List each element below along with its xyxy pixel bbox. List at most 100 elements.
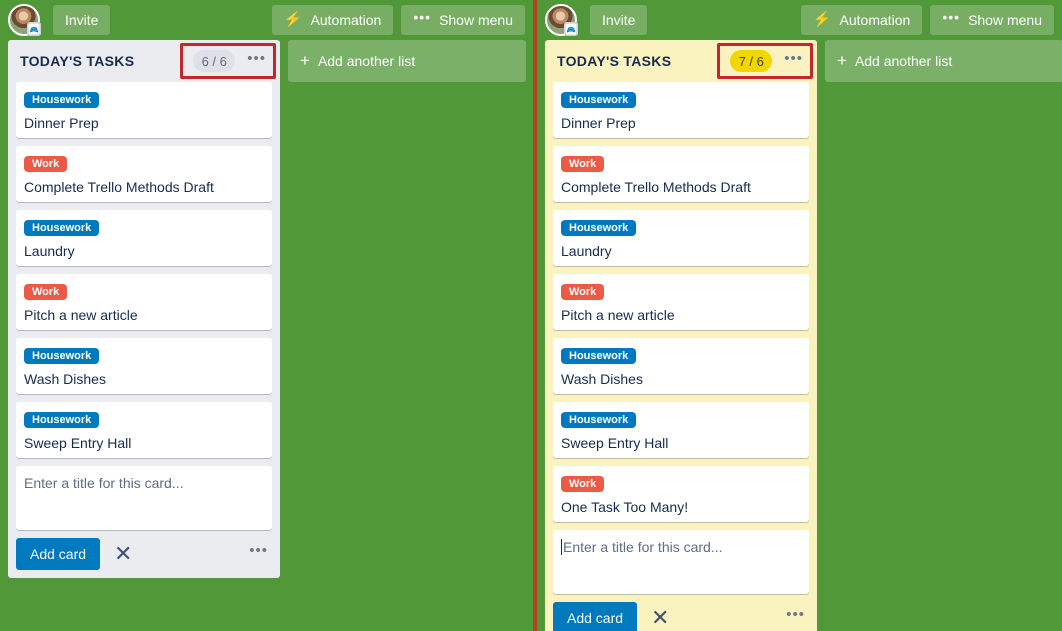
close-x-icon[interactable]: ✕ (651, 607, 669, 629)
topbar-actions-left: ⚡ Automation ••• Show menu (271, 5, 525, 35)
list-menu-ellipsis-icon[interactable]: ••• (247, 51, 272, 66)
card-composer-placeholder-wrap: Enter a title for this card... (561, 538, 801, 556)
close-x-icon[interactable]: ✕ (114, 543, 132, 565)
card[interactable]: Housework Laundry (553, 210, 809, 266)
card[interactable]: Housework Dinner Prep (553, 82, 809, 138)
board-canvas-left: TODAY'S TASKS 6 / 6 ••• Housework Dinner… (0, 40, 533, 578)
card-title: Laundry (24, 243, 75, 259)
show-menu-label: Show menu (968, 12, 1042, 28)
add-another-list-label: Add another list (317, 53, 416, 69)
card-label[interactable]: Housework (561, 348, 637, 364)
lightning-bolt-icon: ⚡ (812, 10, 832, 28)
invite-label: Invite (65, 12, 99, 28)
card-title: Complete Trello Methods Draft (561, 179, 751, 195)
card-label[interactable]: Work (24, 284, 68, 300)
composer-actions-right: Add card ✕ ••• (545, 602, 817, 631)
show-menu-button[interactable]: ••• Show menu (930, 5, 1054, 35)
add-another-list-label: Add another list (854, 53, 953, 69)
card[interactable]: Work One Task Too Many! (553, 466, 809, 522)
automation-button[interactable]: ⚡ Automation (271, 5, 394, 35)
list-todays-tasks-left: TODAY'S TASKS 6 / 6 ••• Housework Dinner… (8, 40, 280, 578)
card[interactable]: Work Pitch a new article (16, 274, 272, 330)
add-another-list-button[interactable]: + Add another list (825, 40, 1062, 82)
add-card-button[interactable]: Add card (553, 602, 638, 631)
screenshot-root: Invite ⚡ Automation ••• Show menu TODAY'… (0, 0, 1062, 631)
list-title[interactable]: TODAY'S TASKS (557, 53, 730, 69)
card-title: Sweep Entry Hall (24, 435, 132, 451)
card-label[interactable]: Work (561, 156, 605, 172)
text-caret (561, 539, 562, 555)
board-panel-right: Invite ⚡ Automation ••• Show menu TODAY'… (537, 0, 1062, 631)
list-header-right: TODAY'S TASKS 7 / 6 ••• (545, 40, 817, 82)
card[interactable]: Work Pitch a new article (553, 274, 809, 330)
list-card-counter: 6 / 6 (193, 50, 236, 72)
card-label[interactable]: Work (561, 476, 605, 492)
card-title: Complete Trello Methods Draft (24, 179, 214, 195)
board-panel-left: Invite ⚡ Automation ••• Show menu TODAY'… (0, 0, 533, 631)
list-menu-ellipsis-icon[interactable]: ••• (784, 51, 809, 66)
card-title: One Task Too Many! (561, 499, 689, 515)
list-header-left: TODAY'S TASKS 6 / 6 ••• (8, 40, 280, 82)
card-list-left: Housework Dinner Prep Work Complete Trel… (8, 82, 280, 530)
board-topbar-right: Invite ⚡ Automation ••• Show menu (537, 0, 1062, 40)
user-avatar[interactable] (545, 4, 578, 36)
composer-options-ellipsis-icon[interactable]: ••• (786, 607, 809, 622)
card-composer[interactable]: Enter a title for this card... (16, 466, 272, 530)
card-title: Laundry (561, 243, 612, 259)
list-card-counter: 7 / 6 (730, 50, 773, 72)
card-title: Dinner Prep (561, 115, 636, 131)
list-title[interactable]: TODAY'S TASKS (20, 53, 193, 69)
card-title: Wash Dishes (24, 371, 106, 387)
composer-options-ellipsis-icon[interactable]: ••• (249, 543, 272, 558)
card-composer[interactable]: Enter a title for this card... (553, 530, 809, 594)
card[interactable]: Housework Dinner Prep (16, 82, 272, 138)
card-label[interactable]: Housework (24, 92, 100, 108)
automation-button[interactable]: ⚡ Automation (800, 5, 923, 35)
card[interactable]: Work Complete Trello Methods Draft (16, 146, 272, 202)
card-title: Pitch a new article (24, 307, 138, 323)
board-canvas-right: TODAY'S TASKS 7 / 6 ••• Housework Dinner… (537, 40, 1062, 631)
card-label[interactable]: Housework (24, 412, 100, 428)
composer-actions-left: Add card ✕ ••• (8, 538, 280, 570)
list-todays-tasks-right: TODAY'S TASKS 7 / 6 ••• Housework Dinner… (545, 40, 817, 631)
card-label[interactable]: Work (561, 284, 605, 300)
card-composer-placeholder: Enter a title for this card... (24, 475, 184, 491)
board-topbar-left: Invite ⚡ Automation ••• Show menu (0, 0, 533, 40)
card[interactable]: Work Complete Trello Methods Draft (553, 146, 809, 202)
automation-label: Automation (310, 12, 382, 28)
card[interactable]: Housework Wash Dishes (16, 338, 272, 394)
card[interactable]: Housework Sweep Entry Hall (553, 402, 809, 458)
invite-button[interactable]: Invite (590, 5, 648, 35)
ellipsis-icon: ••• (413, 9, 432, 25)
invite-label: Invite (602, 12, 636, 28)
avatar-badge-icon (565, 23, 577, 35)
card-title: Dinner Prep (24, 115, 99, 131)
card-title: Sweep Entry Hall (561, 435, 669, 451)
add-another-list-button[interactable]: + Add another list (288, 40, 526, 82)
add-card-button[interactable]: Add card (16, 538, 101, 570)
show-menu-label: Show menu (439, 12, 513, 28)
card-label[interactable]: Housework (561, 412, 637, 428)
card-label[interactable]: Housework (24, 220, 100, 236)
automation-label: Automation (839, 12, 911, 28)
card-label[interactable]: Housework (24, 348, 100, 364)
topbar-actions-right: ⚡ Automation ••• Show menu (800, 5, 1054, 35)
plus-icon: + (837, 50, 847, 70)
lightning-bolt-icon: ⚡ (283, 10, 303, 28)
plus-icon: + (300, 50, 310, 70)
show-menu-button[interactable]: ••• Show menu (401, 5, 525, 35)
card-label[interactable]: Housework (561, 220, 637, 236)
invite-button[interactable]: Invite (53, 5, 111, 35)
card-label[interactable]: Housework (561, 92, 637, 108)
ellipsis-icon: ••• (942, 9, 961, 25)
avatar-badge-icon (28, 23, 40, 35)
card[interactable]: Housework Laundry (16, 210, 272, 266)
card-label[interactable]: Work (24, 156, 68, 172)
user-avatar[interactable] (8, 4, 41, 36)
card-list-right: Housework Dinner Prep Work Complete Trel… (545, 82, 817, 594)
card[interactable]: Housework Sweep Entry Hall (16, 402, 272, 458)
card-title: Pitch a new article (561, 307, 675, 323)
card-title: Wash Dishes (561, 371, 643, 387)
card-composer-placeholder: Enter a title for this card... (563, 539, 723, 555)
card[interactable]: Housework Wash Dishes (553, 338, 809, 394)
